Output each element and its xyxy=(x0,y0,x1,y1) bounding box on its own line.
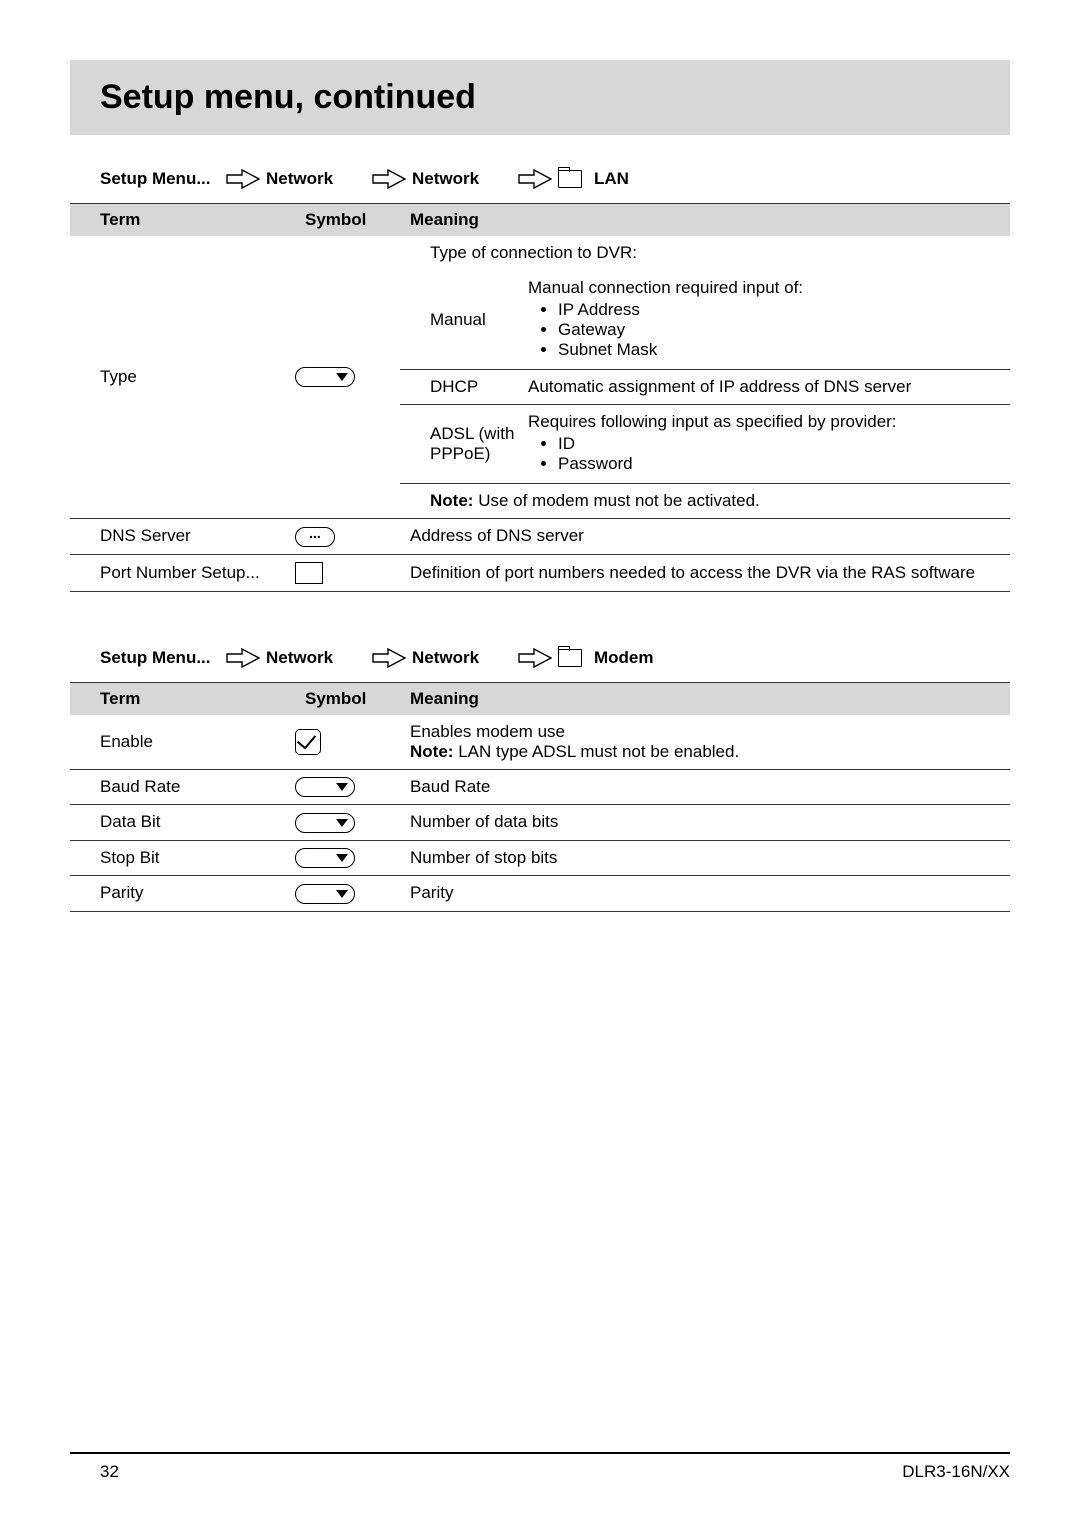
breadcrumb-item: Network xyxy=(412,169,512,189)
term-cell: Parity xyxy=(70,876,295,912)
page-number: 32 xyxy=(70,1462,119,1482)
th-symbol: Symbol xyxy=(295,683,400,715)
dialog-icon xyxy=(295,562,323,584)
note-label: Note: xyxy=(430,491,473,510)
meaning-cell: Parity xyxy=(400,876,1010,912)
table-row: DNS Server ... Address of DNS server xyxy=(70,519,1010,555)
arrow-right-icon xyxy=(518,648,552,668)
term-cell: DNS Server xyxy=(70,519,295,555)
option-desc: Automatic assignment of IP address of DN… xyxy=(528,370,1010,405)
th-symbol: Symbol xyxy=(295,204,400,236)
th-term: Term xyxy=(70,204,295,236)
term-cell: Stop Bit xyxy=(70,840,295,876)
lan-table: Term Symbol Meaning Type Type of connect… xyxy=(70,204,1010,592)
page-title: Setup menu, continued xyxy=(100,78,980,117)
checkbox-icon xyxy=(295,729,321,755)
term-cell: Baud Rate xyxy=(70,769,295,805)
breadcrumb-item: Network xyxy=(266,648,366,668)
page-title-bar: Setup menu, continued xyxy=(70,60,1010,135)
bullet: ID xyxy=(558,434,1002,454)
breadcrumb-item: Network xyxy=(266,169,366,189)
model-code: DLR3-16N/XX xyxy=(902,1462,1010,1482)
meaning-lead: Type of connection to DVR: xyxy=(400,236,1010,271)
ellipsis-button-icon: ... xyxy=(295,527,335,547)
arrow-right-icon xyxy=(372,648,406,668)
arrow-right-icon xyxy=(226,169,260,189)
note-text: LAN type ADSL must not be enabled. xyxy=(458,742,739,761)
table-row: Parity Parity xyxy=(70,876,1010,912)
table-row: Data Bit Number of data bits xyxy=(70,805,1010,841)
meaning-line: Enables modem use xyxy=(410,722,1002,742)
breadcrumb-item: Setup Menu... xyxy=(100,648,220,668)
meaning-cell: Address of DNS server xyxy=(400,519,1010,555)
breadcrumb-lan: Setup Menu... Network Network LAN xyxy=(70,155,1010,204)
tab-icon xyxy=(558,170,582,188)
th-meaning: Meaning xyxy=(400,683,1010,715)
tab-icon xyxy=(558,649,582,667)
term-cell: Data Bit xyxy=(70,805,295,841)
dropdown-icon xyxy=(295,848,355,868)
table-header-row: Term Symbol Meaning xyxy=(70,683,1010,715)
table-row: Baud Rate Baud Rate xyxy=(70,769,1010,805)
note-row: Note: Use of modem must not be activated… xyxy=(400,484,1010,519)
symbol-cell xyxy=(295,236,400,519)
table-header-row: Term Symbol Meaning xyxy=(70,204,1010,236)
option-desc: Requires following input as specified by… xyxy=(528,405,1010,484)
breadcrumb-item: Network xyxy=(412,648,512,668)
th-meaning: Meaning xyxy=(400,204,1010,236)
option-name: DHCP xyxy=(400,370,528,405)
symbol-cell: ... xyxy=(295,519,400,555)
note-label: Note: xyxy=(410,742,453,761)
breadcrumb-item: Modem xyxy=(594,648,674,668)
bullet: Password xyxy=(558,454,1002,474)
dropdown-icon xyxy=(295,884,355,904)
dropdown-icon xyxy=(295,813,355,833)
arrow-right-icon xyxy=(518,169,552,189)
symbol-cell xyxy=(295,769,400,805)
table-row: Port Number Setup... Definition of port … xyxy=(70,554,1010,591)
meaning-cell: Number of data bits xyxy=(400,805,1010,841)
bullet: IP Address xyxy=(558,300,1002,320)
th-term: Term xyxy=(70,683,295,715)
symbol-cell xyxy=(295,554,400,591)
meaning-cell: Type of connection to DVR: Manual Manual… xyxy=(400,236,1010,519)
bullet: Gateway xyxy=(558,320,1002,340)
symbol-cell xyxy=(295,840,400,876)
page-footer: 32 DLR3-16N/XX xyxy=(70,1452,1010,1482)
option-desc-text: Requires following input as specified by… xyxy=(528,412,897,431)
meaning-cell: Baud Rate xyxy=(400,769,1010,805)
breadcrumb-item: LAN xyxy=(594,169,674,189)
option-desc: Manual connection required input of: IP … xyxy=(528,271,1010,370)
arrow-right-icon xyxy=(372,169,406,189)
term-cell: Enable xyxy=(70,715,295,770)
dropdown-icon xyxy=(295,777,355,797)
dropdown-icon xyxy=(295,367,355,387)
breadcrumb-item: Setup Menu... xyxy=(100,169,220,189)
breadcrumb-modem: Setup Menu... Network Network Modem xyxy=(70,634,1010,683)
meaning-cell: Number of stop bits xyxy=(400,840,1010,876)
term-cell: Type xyxy=(70,236,295,519)
symbol-cell xyxy=(295,805,400,841)
table-row: Enable Enables modem use Note: LAN type … xyxy=(70,715,1010,770)
bullet: Subnet Mask xyxy=(558,340,1002,360)
arrow-right-icon xyxy=(226,648,260,668)
symbol-cell xyxy=(295,715,400,770)
modem-table: Term Symbol Meaning Enable Enables modem… xyxy=(70,683,1010,912)
option-name: Manual xyxy=(400,271,528,370)
symbol-cell xyxy=(295,876,400,912)
note-text: Use of modem must not be activated. xyxy=(478,491,760,510)
meaning-cell: Enables modem use Note: LAN type ADSL mu… xyxy=(400,715,1010,770)
option-desc-text: Manual connection required input of: xyxy=(528,278,803,297)
table-row: Type Type of connection to DVR: Manual M… xyxy=(70,236,1010,519)
meaning-cell: Definition of port numbers needed to acc… xyxy=(400,554,1010,591)
table-row: Stop Bit Number of stop bits xyxy=(70,840,1010,876)
option-name: ADSL (with PPPoE) xyxy=(400,405,528,484)
term-cell: Port Number Setup... xyxy=(70,554,295,591)
